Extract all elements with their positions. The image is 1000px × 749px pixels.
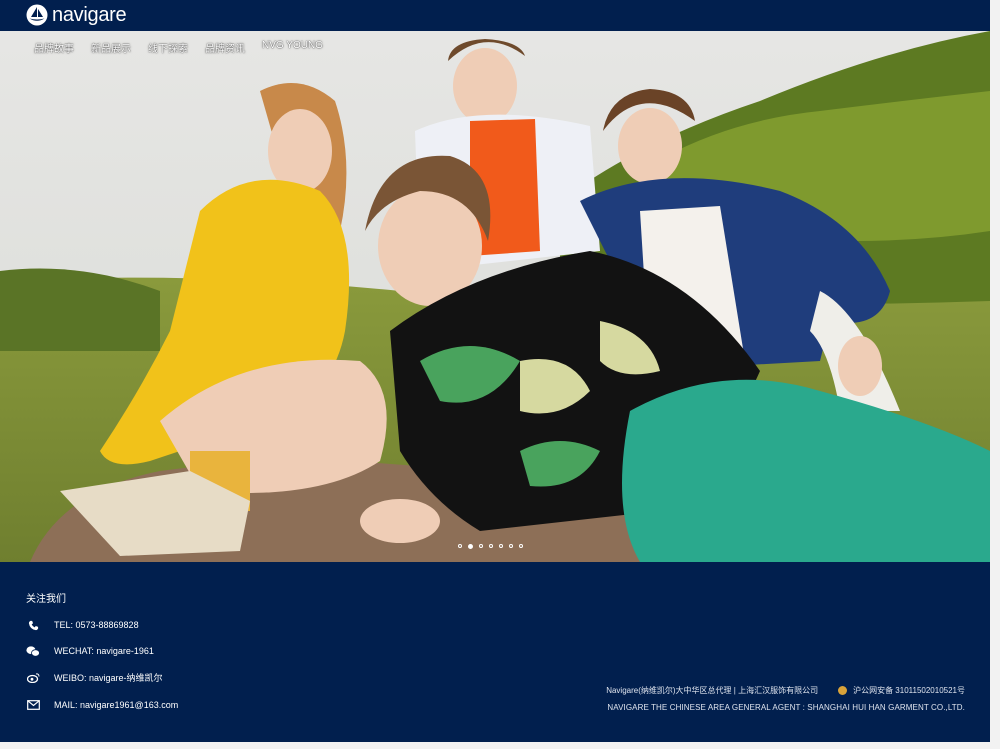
- follow-us-title: 关注我们: [26, 594, 66, 605]
- brand-name: navigare: [52, 4, 127, 26]
- contact-wechat: WECHAT: navigare-1961: [26, 645, 154, 657]
- sailboat-logo-icon: [26, 4, 48, 26]
- hero-photo: [0, 31, 990, 562]
- page: navigare 品牌故事 新品展示 线下探索 品牌资讯 NVG YOUNG 关…: [0, 0, 990, 742]
- main-nav: 品牌故事 新品展示 线下探索 品牌资讯 NVG YOUNG: [34, 40, 323, 55]
- wechat-icon: [26, 645, 40, 657]
- agent-en-text: NAVIGARE THE CHINESE AREA GENERAL AGENT …: [607, 703, 965, 712]
- agent-cn-text: Navigare(纳维凯尔)大中华区总代理 | 上海汇汉服饰有限公司: [606, 686, 819, 695]
- scrollbar-track[interactable]: [990, 0, 1000, 749]
- weibo-icon: [26, 672, 40, 684]
- carousel-dot[interactable]: [499, 544, 503, 548]
- carousel-dot[interactable]: [509, 544, 513, 548]
- contact-weibo: WEIBO: navigare-纳维凯尔: [26, 671, 163, 684]
- police-badge-icon: [838, 686, 848, 695]
- contact-weibo-text: WEIBO: navigare-纳维凯尔: [54, 673, 163, 683]
- hero-carousel[interactable]: 品牌故事 新品展示 线下探索 品牌资讯 NVG YOUNG: [0, 31, 990, 562]
- carousel-pagination: [458, 543, 523, 549]
- contact-mail: MAIL: navigare1961@163.com: [26, 699, 178, 711]
- contact-tel: TEL: 0573-88869828: [26, 619, 139, 631]
- carousel-dot[interactable]: [519, 544, 523, 548]
- carousel-dot[interactable]: [458, 544, 462, 548]
- contact-wechat-text: WECHAT: navigare-1961: [54, 646, 154, 656]
- site-footer: 关注我们 TEL: 0573-88869828 WECHAT: navigare…: [0, 562, 990, 742]
- site-header: navigare: [0, 0, 990, 31]
- brand-logo[interactable]: navigare: [26, 4, 127, 26]
- nav-item-brand-news[interactable]: 品牌资讯: [205, 40, 245, 55]
- carousel-dot-active[interactable]: [468, 543, 473, 549]
- carousel-dot[interactable]: [489, 544, 493, 548]
- contact-tel-text: TEL: 0573-88869828: [54, 620, 139, 630]
- phone-icon: [26, 619, 40, 631]
- mail-icon: [26, 699, 40, 711]
- agent-info-cn: Navigare(纳维凯尔)大中华区总代理 | 上海汇汉服饰有限公司 沪公网安备…: [606, 685, 965, 696]
- carousel-dot[interactable]: [479, 544, 483, 548]
- nav-item-offline-explore[interactable]: 线下探索: [148, 40, 188, 55]
- nav-item-new-products[interactable]: 新品展示: [91, 40, 131, 55]
- nav-item-nvg-young[interactable]: NVG YOUNG: [262, 40, 323, 55]
- bottom-gutter: [0, 742, 1000, 749]
- nav-item-brand-story[interactable]: 品牌故事: [34, 40, 74, 55]
- contact-mail-text: MAIL: navigare1961@163.com: [54, 700, 179, 710]
- icp-link[interactable]: 沪公网安备 31011502010521号: [853, 685, 965, 696]
